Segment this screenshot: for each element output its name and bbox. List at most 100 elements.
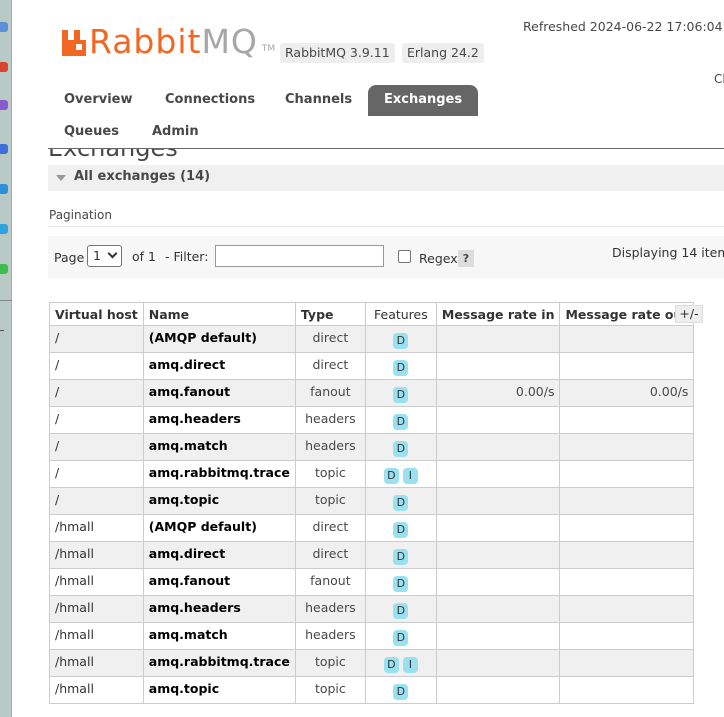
type-cell: topic <box>294 649 366 677</box>
message-rate-in-cell <box>435 487 561 515</box>
erlang-version-badge: Erlang 24.2 <box>402 43 484 63</box>
exchange-name-link[interactable]: (AMQP default) <box>142 514 296 542</box>
column-header-name[interactable]: Name <box>142 302 296 326</box>
table-row: / amq.match headers D <box>49 433 695 461</box>
type-cell: headers <box>294 622 366 650</box>
page-title: Exchanges <box>48 149 724 165</box>
exchange-name-link[interactable]: amq.rabbitmq.trace <box>142 649 296 677</box>
virtual-host-cell: / <box>49 325 144 353</box>
exchange-name-link[interactable]: amq.headers <box>142 595 296 623</box>
message-rate-in-cell <box>435 622 561 650</box>
exchange-name-link[interactable]: amq.topic <box>142 487 296 515</box>
regex-checkbox[interactable] <box>398 250 411 263</box>
exchange-name-link[interactable]: amq.match <box>142 433 296 461</box>
message-rate-out-cell <box>559 676 695 704</box>
table-row: / amq.topic topic D <box>49 487 695 515</box>
durable-badge: D <box>393 630 409 646</box>
type-cell: headers <box>294 595 366 623</box>
exchange-name-link[interactable]: amq.headers <box>142 406 296 434</box>
column-header-message-rate-in[interactable]: Message rate in <box>435 302 561 326</box>
internal-badge: I <box>402 468 418 484</box>
app-icon <box>0 264 8 274</box>
features-cell: D <box>364 595 437 623</box>
table-row: /hmall amq.rabbitmq.trace topic D I <box>49 649 695 677</box>
features-cell: D <box>364 406 437 434</box>
app-icon <box>0 62 8 72</box>
durable-badge: D <box>393 414 409 430</box>
tab-connections[interactable]: Connections <box>149 85 271 116</box>
type-cell: direct <box>294 325 366 353</box>
filter-input[interactable] <box>215 245 384 267</box>
exchange-name-link[interactable]: amq.fanout <box>142 379 296 407</box>
page-label: Page <box>54 250 85 265</box>
type-cell: fanout <box>294 379 366 407</box>
column-header-message-rate-out[interactable]: Message rate out <box>559 302 695 326</box>
table-row: / amq.rabbitmq.trace topic D I <box>49 460 695 488</box>
virtual-host-cell: /hmall <box>49 514 144 542</box>
message-rate-in-cell <box>435 541 561 569</box>
logo-trademark: TM <box>261 44 276 54</box>
cluster-label: Cl <box>714 72 724 86</box>
message-rate-in-cell <box>435 352 561 380</box>
virtual-host-cell: / <box>49 487 144 515</box>
durable-badge: D <box>393 576 409 592</box>
exchange-name-link[interactable]: amq.topic <box>142 676 296 704</box>
virtual-host-cell: / <box>49 433 144 461</box>
message-rate-out-cell <box>559 433 695 461</box>
table-row: / amq.direct direct D <box>49 352 695 380</box>
app-icon <box>0 100 8 110</box>
internal-badge: I <box>402 657 418 673</box>
app-icon <box>0 144 8 154</box>
regex-help-button[interactable]: ? <box>458 250 474 267</box>
tab-admin[interactable]: Admin <box>136 117 215 148</box>
column-header-virtual-host[interactable]: Virtual host <box>49 302 144 326</box>
features-cell: D <box>364 622 437 650</box>
type-cell: headers <box>294 406 366 434</box>
type-cell: fanout <box>294 568 366 596</box>
exchange-name-link[interactable]: amq.fanout <box>142 568 296 596</box>
type-cell: direct <box>294 541 366 569</box>
exchange-name-link[interactable]: amq.rabbitmq.trace <box>142 460 296 488</box>
durable-badge: D <box>393 360 409 376</box>
durable-badge: D <box>383 657 399 673</box>
features-cell: D <box>364 433 437 461</box>
exchange-name-link[interactable]: amq.direct <box>142 541 296 569</box>
durable-badge: D <box>393 333 409 349</box>
exchanges-table: Virtual host Name Type Features Message … <box>49 302 695 704</box>
message-rate-out-cell <box>559 352 695 380</box>
virtual-host-cell: / <box>49 406 144 434</box>
type-cell: headers <box>294 433 366 461</box>
column-toggle-button[interactable]: +/- <box>675 305 703 323</box>
rabbit-logo-icon <box>62 30 86 56</box>
table-row: / amq.fanout fanout D 0.00/s 0.00/s <box>49 379 695 407</box>
rabbitmq-logo[interactable]: RabbitMQ TM <box>62 24 275 60</box>
message-rate-in-cell <box>435 433 561 461</box>
tab-overview[interactable]: Overview <box>48 85 149 116</box>
message-rate-out-cell: 0.00/s <box>559 379 695 407</box>
background-window-strip <box>0 0 12 717</box>
chevron-down-icon <box>107 248 118 259</box>
pagination-heading: Pagination <box>49 208 112 222</box>
table-row: /hmall amq.topic topic D <box>49 676 695 704</box>
exchange-name-link[interactable]: amq.match <box>142 622 296 650</box>
tab-exchanges[interactable]: Exchanges <box>368 85 479 116</box>
virtual-host-cell: /hmall <box>49 649 144 677</box>
type-cell: direct <box>294 352 366 380</box>
virtual-host-cell: /hmall <box>49 568 144 596</box>
page-select[interactable]: 1 <box>87 245 122 267</box>
features-cell: D <box>364 325 437 353</box>
message-rate-out-cell <box>559 541 695 569</box>
type-cell: topic <box>294 487 366 515</box>
tab-queues[interactable]: Queues <box>48 117 135 148</box>
exchange-name-link[interactable]: (AMQP default) <box>142 325 296 353</box>
section-title: All exchanges (14) <box>74 169 211 184</box>
features-cell: D <box>364 379 437 407</box>
message-rate-out-cell <box>559 622 695 650</box>
all-exchanges-section-toggle[interactable]: All exchanges (14) <box>48 165 724 191</box>
tab-channels[interactable]: Channels <box>269 85 368 116</box>
app-icon <box>0 224 8 234</box>
features-cell: D <box>364 568 437 596</box>
exchange-name-link[interactable]: amq.direct <box>142 352 296 380</box>
column-header-type[interactable]: Type <box>294 302 366 326</box>
displaying-count: Displaying 14 item <box>612 245 724 260</box>
